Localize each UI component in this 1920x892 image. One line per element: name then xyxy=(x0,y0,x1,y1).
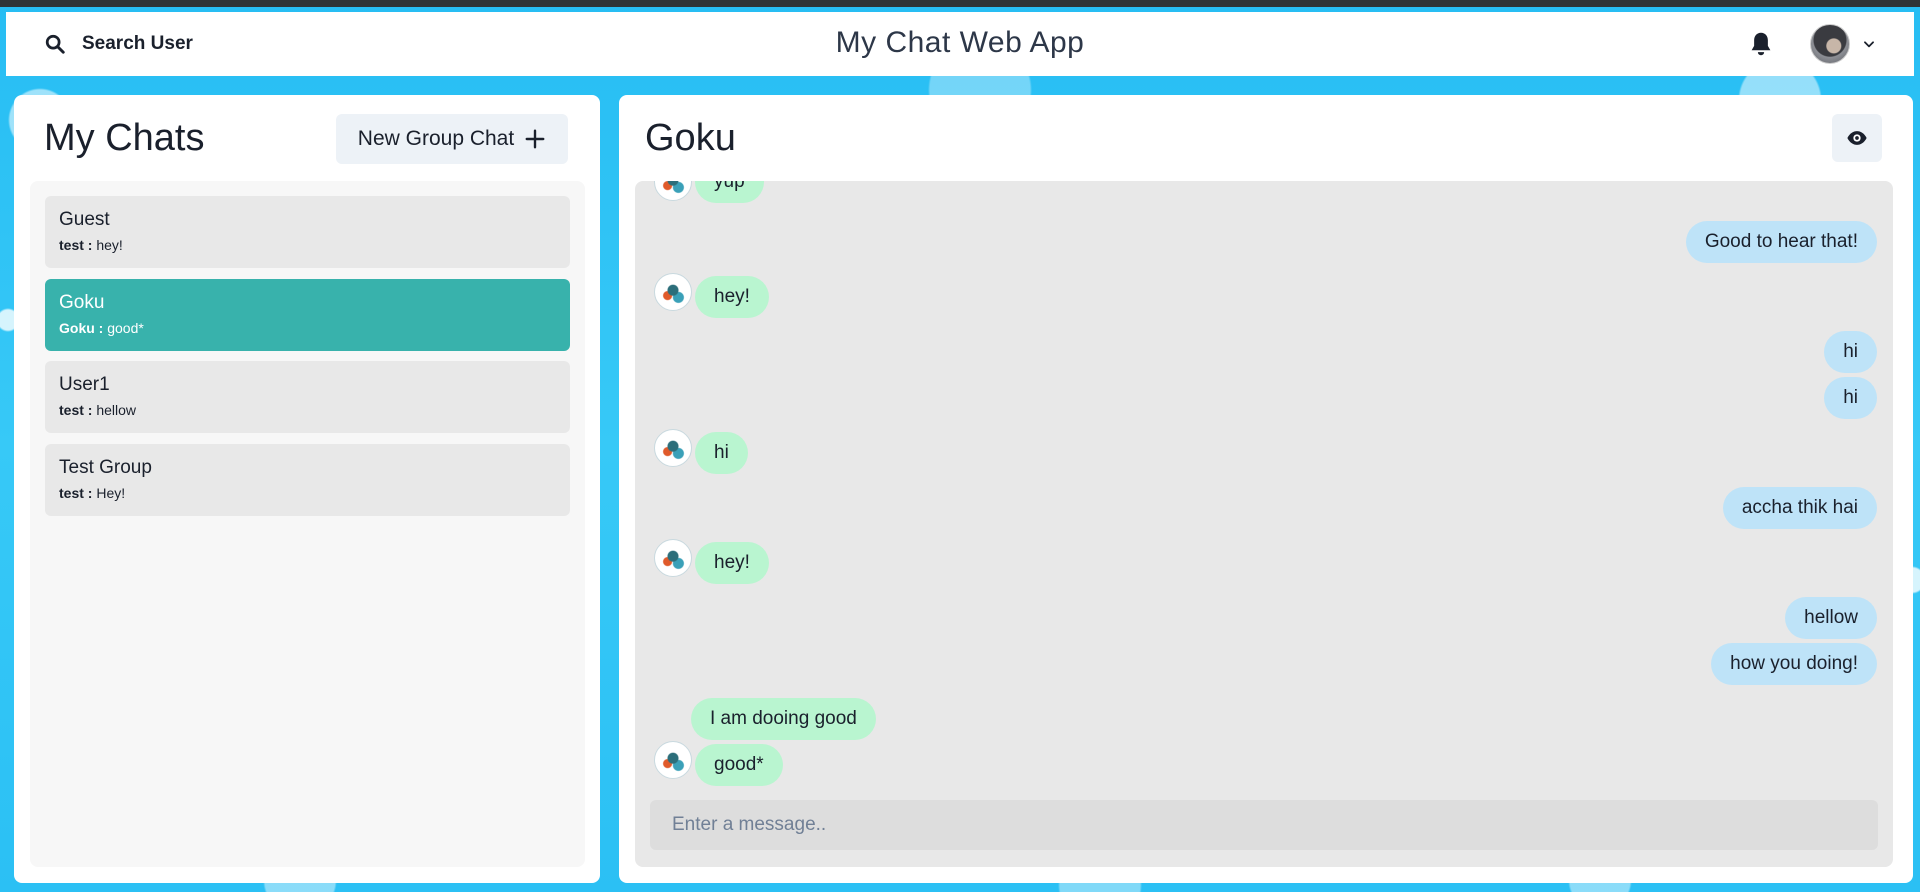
message-bubble-sent: hellow xyxy=(1785,597,1877,639)
chat-item-user1[interactable]: User1 test : hellow xyxy=(45,361,570,433)
message-bubble-received: hi xyxy=(695,432,748,474)
my-chats-panel: My Chats New Group Chat Guest test : hey… xyxy=(14,95,600,883)
chat-latest-sender: Goku : xyxy=(59,320,104,336)
message-bubble-received: yup xyxy=(695,181,764,203)
chat-latest-text: Hey! xyxy=(96,485,126,501)
message-bubble-sent: accha thik hai xyxy=(1722,487,1877,529)
chevron-down-icon xyxy=(1864,41,1874,48)
chat-latest-sender: test : xyxy=(59,485,93,501)
sender-avatar[interactable] xyxy=(654,539,692,577)
my-chats-title: My Chats xyxy=(44,117,205,159)
message-bubble-sent: hi xyxy=(1824,377,1877,419)
browser-top-strip xyxy=(0,0,1920,7)
chat-latest-text: hey! xyxy=(96,237,123,253)
message-bubble-received: hey! xyxy=(695,276,769,318)
chat-latest-text: good* xyxy=(107,320,144,336)
message-bubble-received: good* xyxy=(695,744,783,786)
chat-latest-sender: test : xyxy=(59,237,93,253)
chat-latest-text: hellow xyxy=(96,402,137,418)
message-bubble-sent: Good to hear that! xyxy=(1685,221,1877,263)
chat-latest-message: test : Hey! xyxy=(59,485,556,501)
chat-list: Guest test : hey! Goku Goku : good* User… xyxy=(30,181,585,867)
chat-latest-message: test : hellow xyxy=(59,402,556,418)
sender-avatar[interactable] xyxy=(654,273,692,311)
plus-icon xyxy=(525,129,545,149)
eye-icon xyxy=(1847,131,1867,145)
chat-title: Goku xyxy=(645,117,736,159)
user-avatar xyxy=(1810,24,1850,64)
new-group-chat-label: New Group Chat xyxy=(357,127,515,150)
chat-item-guest[interactable]: Guest test : hey! xyxy=(45,196,570,268)
message-input[interactable] xyxy=(650,800,1878,850)
new-group-chat-button[interactable]: New Group Chat xyxy=(336,114,568,164)
chat-panel: Goku yup Good to hear that! hey! hi hi h… xyxy=(619,95,1913,883)
chat-latest-message: test : hey! xyxy=(59,237,556,253)
sender-avatar[interactable] xyxy=(654,181,692,201)
profile-menu-button[interactable] xyxy=(1810,22,1876,66)
chat-item-test-group[interactable]: Test Group test : Hey! xyxy=(45,444,570,516)
sender-avatar[interactable] xyxy=(654,429,692,467)
chat-name: Guest xyxy=(59,209,110,230)
app-title: My Chat Web App xyxy=(835,26,1085,59)
view-profile-button[interactable] xyxy=(1832,114,1882,162)
bell-icon[interactable] xyxy=(1746,29,1776,59)
chat-latest-sender: test : xyxy=(59,402,93,418)
chat-name: Test Group xyxy=(59,457,152,478)
message-bubble-received: hey! xyxy=(695,542,769,584)
chat-item-goku[interactable]: Goku Goku : good* xyxy=(45,279,570,351)
navbar: Search User My Chat Web App xyxy=(6,12,1914,76)
chat-name: User1 xyxy=(59,374,110,395)
message-bubble-sent: hi xyxy=(1824,331,1877,373)
messages-area: yup Good to hear that! hey! hi hi hi acc… xyxy=(635,181,1893,867)
sender-avatar[interactable] xyxy=(654,741,692,779)
chat-latest-message: Goku : good* xyxy=(59,320,556,336)
message-bubble-sent: how you doing! xyxy=(1711,643,1877,685)
chat-name: Goku xyxy=(59,292,105,313)
message-bubble-received: I am dooing good xyxy=(691,698,876,740)
